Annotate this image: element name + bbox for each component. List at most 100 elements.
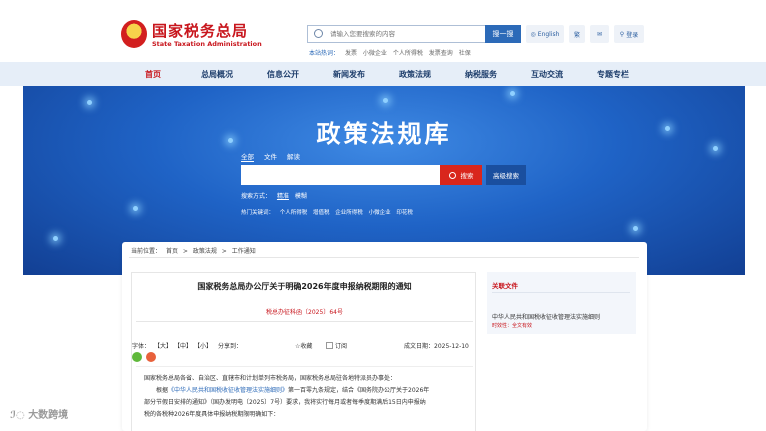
subscribe-label: 订阅	[335, 343, 348, 350]
search-mode-fuzzy[interactable]: 模糊	[295, 193, 307, 200]
tab-all[interactable]: 全部	[241, 151, 254, 162]
wechat-share-icon[interactable]	[132, 352, 142, 362]
nav-item-info-disclosure[interactable]: 信息公开	[267, 69, 299, 80]
search-mode-label: 搜索方式：	[241, 193, 272, 200]
related-files-title: 关联文件	[492, 282, 518, 290]
font-size-medium[interactable]: 【中】	[174, 341, 192, 350]
breadcrumb-policy[interactable]: 政策法规	[193, 248, 217, 255]
breadcrumb-notice[interactable]: 工作通知	[232, 248, 256, 255]
hot-word[interactable]: 个人所得税	[393, 50, 423, 57]
article: 国家税务总局办公厅关于明确2026年度申报纳税期限的通知 税总办征科函〔2025…	[131, 272, 476, 431]
search-mode-exact[interactable]: 精准	[277, 193, 289, 200]
body-paragraph: 税的各税种2026年度具体申报纳税期限明确如下：	[144, 411, 280, 418]
hot-keyword[interactable]: 个人所得税	[280, 210, 308, 216]
font-size-large[interactable]: 【大】	[154, 341, 172, 350]
subscribe-button[interactable]: 订阅	[326, 341, 347, 350]
share-label: 分享到：	[218, 343, 243, 350]
divider	[492, 292, 630, 293]
body-paragraph: 根据《中华人民共和国税收征收管理法实施细则》第一百零九条规定，结合《国务院办公厅…	[144, 385, 464, 397]
hot-word[interactable]: 发票	[345, 50, 357, 57]
hot-keyword[interactable]: 企业所得税	[335, 210, 363, 216]
collect-button[interactable]: ☆收藏	[295, 341, 312, 350]
light-dot	[87, 100, 92, 105]
watermark-logo-icon: ℐ◌	[10, 410, 29, 421]
mail-icon: ✉	[596, 30, 603, 38]
traditional-chinese-button[interactable]: 繁	[569, 25, 585, 43]
nav-item-special-topics[interactable]: 专题专栏	[597, 69, 629, 80]
site-search-button[interactable]: 搜一搜	[485, 25, 521, 43]
related-file-link[interactable]: 中华人民共和国税收征收管理法实施细则	[492, 312, 600, 321]
font-size-small[interactable]: 【小】	[194, 341, 212, 350]
body-paragraph: 国家税务总局各省、自治区、直辖市和计划单列市税务局，国家税务总局驻各地特派员办事…	[144, 375, 397, 382]
tab-interpretations[interactable]: 解读	[287, 151, 300, 161]
site-logo-title[interactable]: 国家税务总局	[152, 20, 248, 41]
subscribe-checkbox-icon	[326, 342, 333, 349]
law-link[interactable]: 《中华人民共和国税收征收管理法实施细则》	[168, 387, 288, 394]
tab-documents[interactable]: 文件	[264, 151, 277, 161]
watermark-text: 大数跨境	[28, 410, 69, 421]
divider	[136, 366, 473, 367]
english-button[interactable]: ◎ English	[526, 25, 564, 43]
body-text-span: 根据	[156, 387, 169, 394]
search-mode-row: 搜索方式： 精准 模糊	[241, 191, 311, 200]
hot-word[interactable]: 小微企业	[363, 50, 387, 57]
article-title: 国家税务总局办公厅关于明确2026年度申报纳税期限的通知	[197, 282, 412, 291]
document-number: 税总办征科函〔2025〕64号	[266, 309, 343, 316]
national-emblem-icon[interactable]	[121, 20, 147, 48]
hot-keyword[interactable]: 印花税	[396, 210, 413, 216]
light-dot	[133, 206, 138, 211]
advanced-search-button[interactable]: 高级搜索	[486, 165, 526, 185]
nav-item-home[interactable]: 首页	[145, 69, 161, 80]
login-label: 登录	[626, 31, 639, 39]
hot-keyword[interactable]: 小微企业	[369, 210, 391, 216]
policy-search-input[interactable]	[241, 165, 441, 185]
watermark: ℐ◌ 大数跨境	[10, 406, 68, 421]
search-icon	[314, 29, 323, 38]
collect-label: 收藏	[300, 343, 313, 350]
body-paragraph: 部分节假日安排的通知》（国办发明电〔2025〕7号）要求，我将实行每月或者每季度…	[144, 399, 426, 406]
policy-search-label: 搜索	[460, 172, 474, 180]
article-toolbar: 字体： 【大】 【中】 【小】 分享到： ☆收藏 订阅 成文日期：2025-12…	[132, 341, 477, 351]
hot-word[interactable]: 社保	[459, 50, 471, 57]
light-dot	[633, 226, 638, 231]
hot-words: 本站热词： 发票 小微企业 个人所得税 发票查询 社保	[309, 48, 475, 57]
policy-search-button[interactable]: 搜索	[440, 165, 482, 185]
nav-item-overview[interactable]: 总局概况	[201, 69, 233, 80]
divider	[129, 257, 639, 258]
user-icon: ⚲	[619, 30, 625, 38]
divider	[136, 321, 473, 322]
light-dot	[53, 236, 58, 241]
hot-keywords-row: 热门关键词： 个人所得税 增值税 企业所得税 小微企业 印花税	[241, 208, 417, 216]
site-search-input[interactable]	[330, 27, 480, 41]
hot-keyword[interactable]: 增值税	[313, 210, 330, 216]
site-header: 国家税务总局 State Taxation Administration 搜一搜…	[0, 0, 766, 62]
english-label: English	[537, 30, 560, 38]
login-button[interactable]: ⚲ 登录	[614, 25, 644, 43]
content-panel: 当前位置： 首页 > 政策法规 > 工作通知 国家税务总局办公厅关于明确2026…	[122, 242, 647, 431]
hot-word[interactable]: 发票查询	[429, 50, 453, 57]
light-dot	[510, 91, 515, 96]
nav-item-news[interactable]: 新闻发布	[333, 69, 365, 80]
related-files-panel: 关联文件 中华人民共和国税收征收管理法实施细则 时效性：全文有效	[487, 272, 636, 334]
breadcrumb-separator: >	[221, 248, 227, 255]
related-file-validity: 时效性：全文有效	[492, 323, 533, 329]
search-icon	[448, 171, 456, 179]
nav-item-interaction[interactable]: 互动交流	[531, 69, 563, 80]
site-logo-subtitle[interactable]: State Taxation Administration	[152, 40, 262, 48]
hot-words-label: 本站热词：	[309, 50, 340, 57]
site-search-box[interactable]	[307, 25, 485, 43]
body-text-span: 第一百零九条规定，结合《国务院办公厅关于2026年	[288, 387, 430, 394]
light-dot	[383, 98, 388, 103]
article-body: 国家税务总局各省、自治区、直辖市和计划单列市税务局，国家税务总局驻各地特派员办事…	[144, 373, 464, 421]
nav-item-policy[interactable]: 政策法规	[399, 69, 431, 80]
banner-title: 政策法规库	[316, 119, 452, 148]
weibo-share-icon[interactable]	[146, 352, 156, 362]
breadcrumb-separator: >	[182, 248, 188, 255]
mail-button[interactable]: ✉	[590, 25, 609, 43]
document-date: 成文日期：2025-12-10	[404, 343, 469, 350]
globe-icon: ◎	[530, 30, 536, 38]
breadcrumb-home[interactable]: 首页	[166, 248, 178, 255]
nav-item-tax-service[interactable]: 纳税服务	[465, 69, 497, 80]
font-size-label: 字体：	[132, 343, 151, 350]
breadcrumb: 当前位置： 首页 > 政策法规 > 工作通知	[131, 246, 259, 255]
